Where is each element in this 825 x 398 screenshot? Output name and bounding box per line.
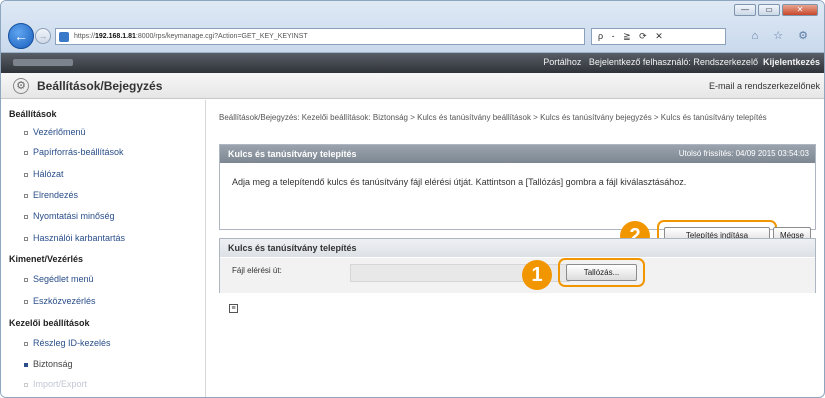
sidebar-item-device-control[interactable]: Eszközvezérlés — [24, 296, 96, 306]
file-panel: Kulcs és tanúsítvány telepítés Fájl elér… — [219, 238, 816, 293]
login-user-text: Bejelentkező felhasználó: Rendszerkezelő — [588, 57, 758, 67]
mail-admin-link[interactable]: E-mail a rendszerkezelőnek — [709, 81, 820, 91]
bullet-icon — [24, 150, 28, 155]
url-host: 192.168.1.81 — [95, 33, 136, 40]
sidebar-item-user-maintenance[interactable]: Használói karbantartás — [24, 233, 125, 243]
window-controls: — ▭ ✕ — [734, 4, 818, 16]
address-tools[interactable]: ρ - ≧ ⟳ ✕ — [591, 28, 726, 45]
sidebar-item-paper-source[interactable]: Papírforrás-beállítások — [24, 147, 124, 157]
sidebar-item-print-quality[interactable]: Nyomtatási minőség — [24, 211, 115, 221]
portal-link[interactable]: Portálhoz — [543, 57, 581, 67]
browser-toolbar: — ▭ ✕ ← → https://192.168.1.81:8000/rps/… — [1, 1, 824, 53]
page-header: ⚙ Beállítások/Bejegyzés E-mail a rendsze… — [1, 73, 824, 99]
instruction-text: Adja meg a telepítendő kulcs és tanúsítv… — [232, 177, 687, 187]
browse-button[interactable]: Tallózás... — [566, 264, 637, 281]
browser-nav-icons[interactable]: ⌂ ☆ ⚙ — [752, 29, 814, 42]
file-panel-header: Kulcs és tanúsítvány telepítés — [220, 239, 815, 257]
bullet-icon — [24, 277, 28, 282]
bullet-icon — [24, 236, 28, 241]
sidebar-item-department-id[interactable]: Részleg ID-kezelés — [24, 338, 111, 348]
file-path-row: Fájl elérési út: — [220, 258, 815, 293]
install-panel: Kulcs és tanúsítvány telepítés Utolsó fr… — [219, 144, 816, 230]
bullet-icon — [24, 299, 28, 304]
sidebar-item-network[interactable]: Hálózat — [24, 169, 64, 179]
sidebar-item-import-export[interactable]: Import/Export — [24, 379, 87, 389]
sidebar-item-layout[interactable]: Elrendezés — [24, 190, 78, 200]
bullet-icon — [24, 382, 28, 387]
bullet-icon — [24, 193, 28, 198]
file-path-label: Fájl elérési út: — [232, 266, 282, 275]
site-favicon-icon — [59, 32, 69, 42]
address-bar[interactable]: https://192.168.1.81:8000/rps/keymanage.… — [55, 28, 585, 45]
expand-icon[interactable]: ≡ — [229, 304, 238, 313]
sidebar-section-title: Beállítások — [9, 109, 57, 119]
bullet-icon — [24, 130, 28, 135]
bullet-icon — [24, 362, 28, 367]
close-button[interactable]: ✕ — [782, 4, 818, 16]
file-panel-title: Kulcs és tanúsítvány telepítés — [228, 243, 357, 253]
sidebar-item-help-menu[interactable]: Segédlet menü — [24, 274, 94, 284]
bullet-icon — [24, 214, 28, 219]
forward-arrow-icon[interactable]: → — [35, 28, 51, 44]
gear-icon: ⚙ — [13, 78, 29, 94]
logout-link[interactable]: Kijelentkezés — [763, 57, 820, 67]
page-title: Beállítások/Bejegyzés — [37, 79, 163, 93]
bullet-icon — [24, 341, 28, 346]
breadcrumb: Beállítások/Bejegyzés: Kezelői beállítás… — [219, 113, 767, 122]
install-panel-header: Kulcs és tanúsítvány telepítés Utolsó fr… — [220, 145, 815, 163]
back-arrow-icon[interactable]: ← — [8, 23, 34, 49]
url-prefix: https:// — [74, 33, 96, 40]
sidebar-section-title: Kimenet/Vezérlés — [9, 254, 84, 264]
maximize-button[interactable]: ▭ — [758, 4, 780, 16]
last-updated-text: Utolsó frissítés: 04/09 2015 03:54:03 — [678, 149, 809, 158]
sidebar-item-control-menu[interactable]: Vezérlőmenü — [24, 127, 86, 137]
bullet-icon — [24, 172, 28, 177]
browser-window: — ▭ ✕ ← → https://192.168.1.81:8000/rps/… — [0, 0, 825, 398]
install-panel-title: Kulcs és tanúsítvány telepítés — [228, 149, 357, 159]
device-name-redacted — [13, 59, 73, 66]
minimize-button[interactable]: — — [734, 4, 756, 16]
sidebar-item-security[interactable]: Biztonság — [24, 359, 73, 369]
sidebar-section-title: Kezelői beállítások — [9, 318, 90, 328]
step1-badge: 1 — [522, 260, 552, 290]
portal-links: Portálhoz Bejelentkező felhasználó: Rend… — [543, 57, 820, 67]
url-path: :8000/rps/keymanage.cgi?Action=GET_KEY_K… — [135, 33, 308, 40]
portal-bar: Portálhoz Bejelentkező felhasználó: Rend… — [1, 53, 824, 73]
sidebar: Beállítások Vezérlőmenü Papírforrás-beál… — [1, 100, 206, 397]
